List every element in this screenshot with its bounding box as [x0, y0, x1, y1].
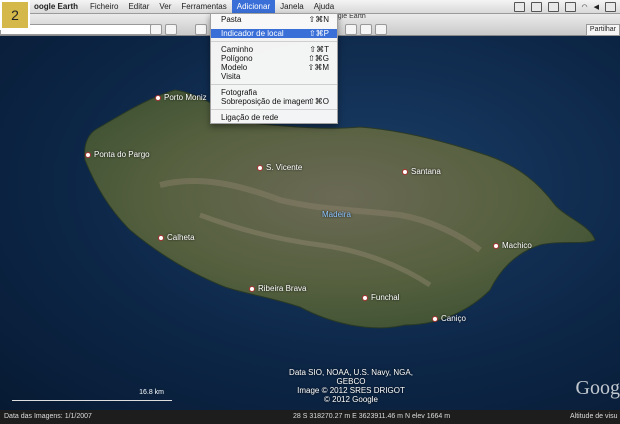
place-madeira[interactable]: Madeira [322, 210, 351, 219]
scale-label: 16.8 km [139, 389, 164, 396]
place-s-vicente[interactable]: S. Vicente [257, 163, 302, 172]
place-ribeira-brava[interactable]: Ribeira Brava [249, 284, 306, 293]
share-button[interactable]: Partilhar [585, 24, 620, 36]
map-credits: Data SIO, NOAA, U.S. Navy, NGA, GEBCO Im… [289, 368, 413, 404]
scale-line [12, 400, 172, 401]
menu-ver[interactable]: Ver [154, 0, 176, 13]
menu-item-poligono[interactable]: Polígono ⇧⌘G [211, 54, 337, 63]
place-santana[interactable]: Santana [402, 167, 441, 176]
placemark-icon [402, 168, 408, 175]
placemark-icon [249, 285, 255, 292]
menu-separator [211, 84, 337, 85]
step-badge: 2 [0, 0, 30, 30]
battery-icon[interactable] [605, 1, 616, 12]
menubar-status-icons: ◠ ◀ [513, 0, 616, 13]
email-icon[interactable] [360, 24, 372, 35]
placemark-icon [493, 242, 499, 249]
place-ponta-do-pargo[interactable]: Ponta do Pargo [85, 150, 150, 159]
adicionar-menu: Pasta ⇧⌘N Indicador de local ⇧⌘P Caminho ⇧⌘… [210, 13, 338, 124]
menu-ajuda[interactable]: Ajuda [309, 0, 339, 13]
wifi-icon[interactable]: ◠ [582, 3, 588, 11]
placemark-icon [362, 294, 368, 301]
app-name-menu[interactable]: oogle Earth [34, 2, 78, 11]
menu-item-visita[interactable]: Visita [211, 72, 337, 81]
menu-item-pasta[interactable]: Pasta ⇧⌘N [211, 15, 337, 24]
place-machico[interactable]: Machico [493, 241, 532, 250]
volume-icon[interactable]: ◀ [594, 3, 599, 11]
search-icon[interactable] [150, 24, 162, 35]
sync-icon[interactable] [530, 1, 542, 12]
status-bar: Data das Imagens: 1/1/2007 28 S 318270.2… [0, 410, 620, 424]
bluetooth-icon[interactable] [547, 1, 559, 12]
placemark-tool-icon[interactable] [195, 24, 207, 35]
time-machine-icon[interactable] [564, 1, 576, 12]
menu-editar[interactable]: Editar [123, 0, 154, 13]
place-porto-moniz[interactable]: Porto Moniz [155, 93, 207, 102]
menu-separator [211, 109, 337, 110]
menu-separator [211, 41, 337, 42]
eye-altitude: Altitude de visu [570, 413, 618, 420]
menu-janela[interactable]: Janela [275, 0, 309, 13]
menu-item-ligacao-de-rede[interactable]: Ligação de rede [211, 113, 337, 122]
google-logo: Goog [575, 377, 620, 399]
menu-item-caminho[interactable]: Caminho ⇧⌘T [211, 45, 337, 54]
placemark-icon [257, 164, 263, 171]
menu-item-indicador-de-local[interactable]: Indicador de local ⇧⌘P [211, 29, 337, 38]
menu-ficheiro[interactable]: Ficheiro [85, 0, 123, 13]
sidebar-toggle-icon[interactable] [165, 24, 177, 35]
coordinates-readout: 28 S 318270.27 m E 3623911.46 m N elev 1… [293, 413, 451, 420]
menu-item-fotografia[interactable]: Fotografia [211, 88, 337, 97]
menu-adicionar[interactable]: Adicionar [231, 0, 276, 13]
print-icon[interactable] [375, 24, 387, 35]
placemark-icon [432, 315, 438, 322]
place-calheta[interactable]: Calheta [158, 233, 195, 242]
placemark-icon [85, 151, 91, 158]
scale-bar: 16.8 km [12, 389, 172, 401]
menu-item-modelo[interactable]: Modelo ⇧⌘M [211, 63, 337, 72]
placemark-icon [155, 94, 161, 101]
menu-item-sobreposicao-de-imagem[interactable]: Sobreposição de imagem ⇧⌘O [211, 97, 337, 106]
dropbox-icon[interactable] [513, 1, 525, 12]
place-canico[interactable]: Caniço [432, 314, 466, 323]
menu-ferramentas[interactable]: Ferramentas [176, 0, 231, 13]
imagery-date: Data das Imagens: 1/1/2007 [4, 413, 92, 420]
placemark-icon [158, 234, 164, 241]
menubar: oogle Earth Ficheiro Editar Ver Ferramen… [0, 0, 620, 14]
place-funchal[interactable]: Funchal [362, 293, 399, 302]
ruler-icon[interactable] [345, 24, 357, 35]
